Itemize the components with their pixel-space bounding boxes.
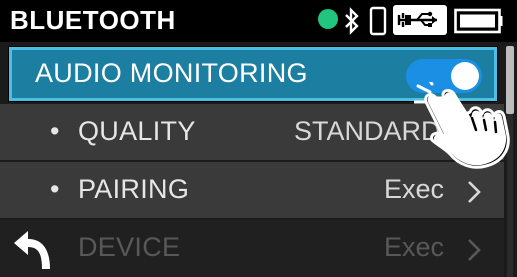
header-bar: BLUETOOTH xyxy=(0,0,517,42)
pairing-label: PAIRING xyxy=(78,174,190,204)
audio-monitoring-label: AUDIO MONITORING xyxy=(35,58,308,88)
device-value: Exec xyxy=(384,232,445,262)
pairing-value: Exec xyxy=(384,174,445,204)
bluetooth-settings-screen: BLUETOOTH AUDIO MONITORING • QUALITY STA… xyxy=(0,0,517,277)
device-label: DEVICE xyxy=(78,232,181,262)
battery-icon xyxy=(454,8,503,34)
status-indicator-icon xyxy=(318,9,338,29)
bullet: • xyxy=(50,174,60,204)
bluetooth-icon xyxy=(345,7,359,35)
phone-icon xyxy=(369,6,387,36)
menu-item-device[interactable]: DEVICE Exec xyxy=(0,220,504,277)
bullet: • xyxy=(50,116,60,146)
back-arrow-icon[interactable] xyxy=(8,225,56,273)
tap-hand-icon xyxy=(414,82,510,169)
chevron-right-icon xyxy=(468,239,481,261)
chevron-right-icon xyxy=(468,181,481,203)
quality-label: QUALITY xyxy=(78,116,196,146)
usb-power-icon xyxy=(393,5,447,35)
page-title: BLUETOOTH xyxy=(10,5,176,35)
